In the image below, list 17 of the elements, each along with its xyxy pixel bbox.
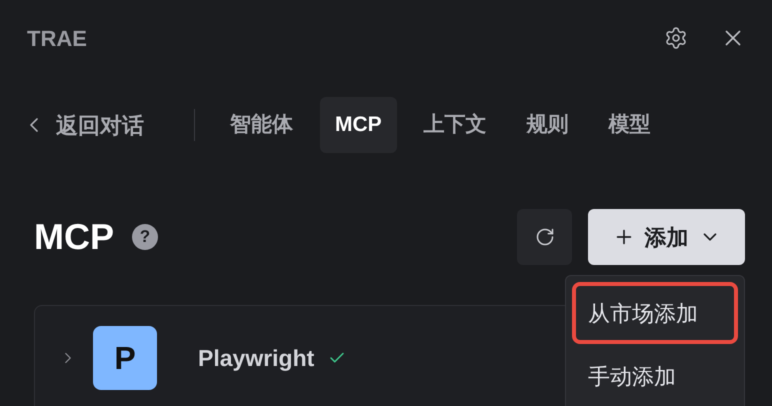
refresh-button[interactable] bbox=[517, 209, 572, 265]
server-avatar: P bbox=[93, 326, 157, 390]
menu-item[interactable]: 手动添加 bbox=[572, 350, 738, 402]
add-button[interactable]: 添加 bbox=[588, 209, 745, 265]
tab[interactable]: 规则 bbox=[514, 97, 582, 153]
tab[interactable]: 模型 bbox=[596, 97, 664, 153]
window-title: TRAE bbox=[27, 24, 87, 52]
settings-icon[interactable] bbox=[664, 26, 688, 50]
refresh-icon bbox=[534, 227, 554, 247]
server-name: Playwright bbox=[198, 344, 314, 373]
tab[interactable]: MCP bbox=[320, 97, 397, 153]
menu-item[interactable]: 从市场添加 bbox=[572, 282, 738, 344]
section-title: MCP bbox=[34, 215, 114, 259]
back-button[interactable]: 返回对话 bbox=[22, 108, 144, 142]
help-badge[interactable]: ? bbox=[132, 224, 158, 250]
tab[interactable]: 智能体 bbox=[217, 97, 306, 153]
tab[interactable]: 上下文 bbox=[410, 97, 500, 153]
